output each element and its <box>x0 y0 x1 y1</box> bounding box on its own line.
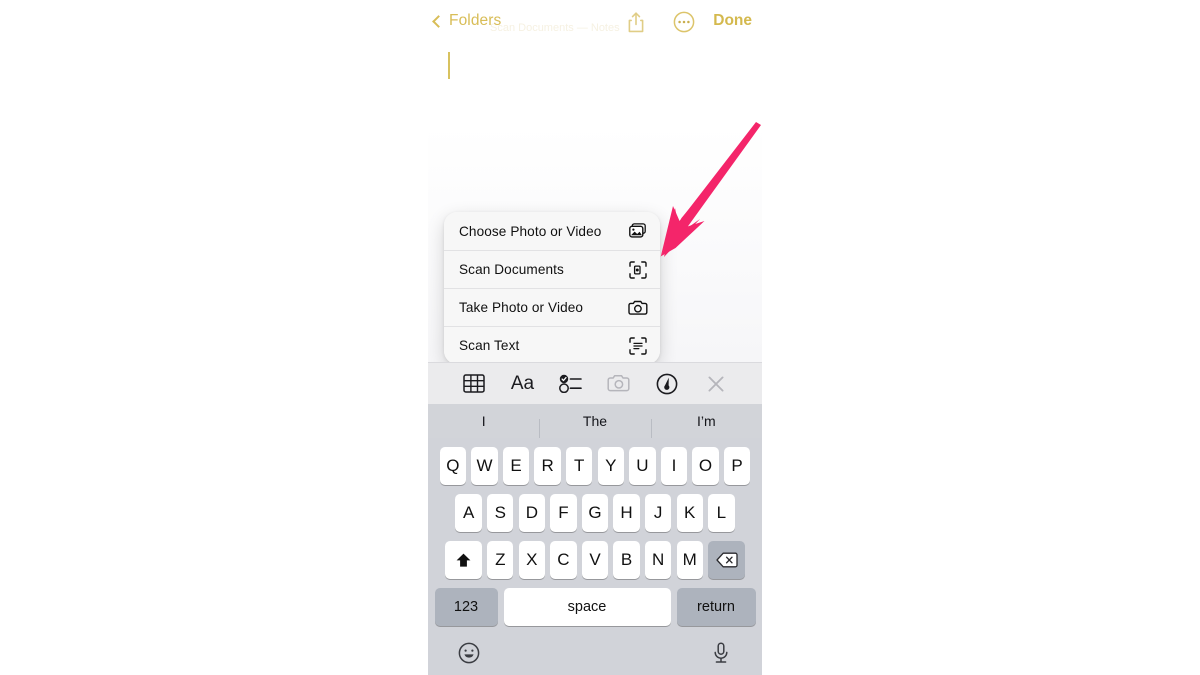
menu-item-label: Scan Documents <box>459 262 564 277</box>
key-z[interactable]: Z <box>487 541 514 579</box>
markup-pen-icon[interactable] <box>652 371 682 397</box>
return-key[interactable]: return <box>676 588 756 626</box>
menu-item-label: Scan Text <box>459 338 520 353</box>
menu-item-take-photo-or-video[interactable]: Take Photo or Video <box>444 288 660 326</box>
keyboard-row-3: Z X C V B N M <box>428 532 762 579</box>
key-r[interactable]: R <box>534 447 561 485</box>
backspace-delete-icon <box>715 552 738 568</box>
shift-up-arrow-icon <box>456 553 471 567</box>
key-i[interactable]: I <box>660 447 688 485</box>
checklist-icon[interactable] <box>556 371 586 397</box>
on-screen-keyboard[interactable]: Q W E R T Y U I O P A S D F G H J K L Z … <box>428 438 762 675</box>
suggestion-chip[interactable]: I’m <box>650 413 762 441</box>
suggestion-chip[interactable]: I <box>428 413 539 429</box>
numbers-key[interactable]: 123 <box>434 588 498 626</box>
key-h[interactable]: H <box>613 494 640 532</box>
key-g[interactable]: G <box>581 494 609 532</box>
key-t[interactable]: T <box>566 447 593 485</box>
key-u[interactable]: U <box>629 447 656 485</box>
keyboard-row-2: A S D F G H J K L <box>428 485 762 532</box>
attachment-context-menu[interactable]: Choose Photo or Video Scan Documents Tak… <box>444 212 660 364</box>
key-q[interactable]: Q <box>439 447 467 485</box>
ellipsis-circle-icon <box>673 11 695 33</box>
more-options-button[interactable] <box>673 11 695 38</box>
camera-icon <box>604 371 634 397</box>
done-button[interactable]: Done <box>713 12 752 30</box>
menu-item-label: Take Photo or Video <box>459 300 584 315</box>
key-a[interactable]: A <box>455 494 482 532</box>
emoji-smiley-icon[interactable] <box>456 640 482 666</box>
text-format-icon[interactable]: Aa <box>507 371 537 397</box>
key-o[interactable]: O <box>692 447 719 485</box>
share-button[interactable] <box>626 11 646 39</box>
key-v[interactable]: V <box>581 541 609 579</box>
notes-format-toolbar[interactable]: Aa <box>428 362 762 404</box>
key-j[interactable]: J <box>644 494 672 532</box>
menu-item-scan-documents[interactable]: Scan Documents <box>444 250 660 288</box>
key-k[interactable]: K <box>676 494 703 532</box>
faint-watermark-text: Scan Documents — Notes <box>490 22 620 34</box>
key-b[interactable]: B <box>613 541 640 579</box>
key-w[interactable]: W <box>471 447 498 485</box>
keyboard-row-1: Q W E R T Y U I O P <box>428 438 762 485</box>
table-icon[interactable] <box>459 371 489 397</box>
back-to-folders-button[interactable]: Folders <box>432 12 502 30</box>
key-p[interactable]: P <box>723 447 751 485</box>
back-button-label: Folders <box>449 12 502 29</box>
share-up-arrow-icon <box>628 12 644 33</box>
key-e[interactable]: E <box>502 447 530 485</box>
annotation-arrow <box>640 122 776 264</box>
suggestion-chip[interactable]: The <box>539 413 650 441</box>
chevron-left-icon <box>432 14 445 28</box>
keyboard-row-4: 123 space return <box>428 579 762 626</box>
text-caret <box>448 52 450 79</box>
camera-icon <box>628 298 648 318</box>
text-scan-icon <box>628 336 648 356</box>
screenshot-canvas: Scan Documents — Notes Folders Done Choo… <box>0 0 1200 675</box>
space-key[interactable]: space <box>503 588 671 626</box>
phone-screen: Scan Documents — Notes Folders Done Choo… <box>428 0 762 675</box>
shift-key[interactable] <box>444 541 482 579</box>
navigation-bar: Scan Documents — Notes Folders Done <box>428 0 762 46</box>
key-l[interactable]: L <box>708 494 735 532</box>
key-c[interactable]: C <box>550 541 577 579</box>
key-f[interactable]: F <box>550 494 577 532</box>
keyboard-bottom-row <box>428 631 762 675</box>
menu-item-choose-photo-or-video[interactable]: Choose Photo or Video <box>444 212 660 250</box>
delete-key[interactable] <box>708 541 746 579</box>
key-m[interactable]: M <box>676 541 703 579</box>
close-icon[interactable] <box>701 371 731 397</box>
key-s[interactable]: S <box>487 494 514 532</box>
key-y[interactable]: Y <box>597 447 624 485</box>
microphone-icon[interactable] <box>708 640 734 666</box>
key-d[interactable]: D <box>518 494 546 532</box>
predictive-text-bar[interactable]: I The I’m <box>428 404 762 441</box>
key-x[interactable]: X <box>518 541 546 579</box>
menu-item-label: Choose Photo or Video <box>459 223 602 239</box>
menu-item-scan-text[interactable]: Scan Text <box>444 326 660 364</box>
key-n[interactable]: N <box>644 541 672 579</box>
